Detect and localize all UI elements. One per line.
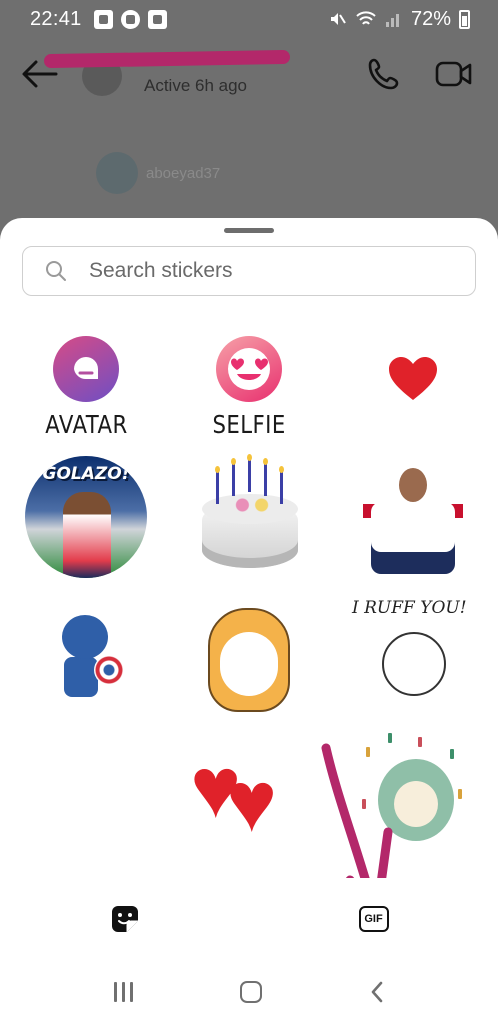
chat-header: Active 6h ago (0, 38, 498, 118)
recents-button[interactable] (113, 982, 133, 1002)
gallery-icon (93, 9, 113, 29)
candle (231, 458, 236, 496)
ruff-text: I RUFF YOU! (352, 598, 467, 618)
captain-sticker[interactable] (11, 592, 161, 722)
hedgehog-image (358, 729, 468, 849)
system-navigation-bar (0, 960, 498, 1024)
battery-icon (459, 9, 470, 29)
signal-icon (385, 14, 399, 27)
golazo-sticker[interactable]: GOLAZO! (11, 452, 161, 582)
home-button[interactable] (239, 981, 262, 1003)
football-fan-sticker[interactable] (338, 454, 488, 584)
mute-icon (330, 13, 346, 25)
fan-jersey (371, 502, 455, 574)
tab-stickers[interactable] (0, 878, 249, 960)
gif-tab-icon: GIF (358, 906, 389, 932)
active-status: Active 6h ago (144, 76, 248, 95)
cat-sticker[interactable] (174, 592, 324, 722)
candle (215, 466, 220, 504)
cat-image (194, 598, 304, 716)
battery-percent: 72% (410, 7, 451, 30)
hearts-image: ♥ ♥ (190, 745, 308, 845)
redaction-scribble (43, 49, 291, 69)
golazo-text: GOLAZO! (42, 464, 130, 484)
party-hedgehog-sticker[interactable] (338, 724, 488, 854)
sticker-tab-icon (111, 906, 138, 932)
status-time: 22:41 (30, 7, 82, 30)
soccer-player-figure (63, 492, 111, 578)
confetti (388, 733, 392, 743)
message-avatar (96, 152, 138, 194)
fan-head (399, 468, 427, 502)
avatar-label: AVATAR (44, 409, 128, 439)
captain-body (64, 657, 98, 697)
hedgehog-face (394, 781, 438, 827)
sticker-search-bar[interactable] (22, 246, 476, 296)
chat-message-user: aboeyad37 (96, 152, 220, 194)
sticker-tabs: GIF (0, 878, 498, 960)
tab-gif[interactable]: GIF (249, 878, 498, 960)
avatar-sticker-tile[interactable]: AVATAR (11, 322, 161, 452)
heart-sticker-icon (389, 357, 437, 400)
sticker-search-input[interactable] (89, 259, 429, 283)
music-icon (120, 9, 140, 29)
cat-face (220, 632, 278, 696)
selfie-label: SELFIE (212, 409, 286, 439)
golazo-image: GOLAZO! (25, 456, 147, 578)
birthday-cake-sticker[interactable] (174, 452, 324, 582)
confetti (418, 737, 422, 747)
avatar-sticker-icon (53, 335, 119, 402)
captain-head (62, 615, 108, 659)
hearts-sticker[interactable]: ♥ ♥ (174, 728, 324, 858)
message-username: aboeyad37 (146, 164, 221, 182)
confetti (366, 747, 370, 757)
cake-image (188, 454, 310, 572)
captain-shield (94, 655, 124, 685)
fan-image (363, 460, 463, 578)
video-call-icon[interactable] (434, 56, 474, 92)
confetti (458, 789, 462, 799)
wifi-icon (356, 11, 376, 25)
dog-body (382, 632, 446, 696)
candle (279, 466, 284, 504)
ruff-you-sticker[interactable]: I RUFF YOU! (338, 592, 488, 722)
media-icon (147, 9, 167, 29)
sticker-sheet: AVATAR SELFIE GOLAZO! (0, 218, 498, 960)
search-icon (46, 261, 66, 281)
cake-flowers (228, 496, 276, 514)
captain-image (50, 611, 124, 703)
heart-shape: ♥ (226, 754, 278, 850)
confetti (450, 749, 454, 759)
confetti (362, 799, 366, 809)
heart-sticker-tile[interactable] (338, 314, 488, 444)
candle (263, 458, 268, 496)
phone-icon[interactable] (364, 54, 404, 94)
selfie-sticker-tile[interactable]: SELFIE (174, 322, 324, 452)
candle (247, 454, 252, 492)
notification-icons (93, 9, 167, 29)
back-button[interactable] (369, 980, 385, 1004)
selfie-sticker-icon (216, 335, 282, 402)
sheet-drag-handle[interactable] (224, 228, 274, 233)
status-bar: 22:41 72% (0, 0, 498, 38)
dog-image: I RUFF YOU! (352, 598, 472, 716)
system-icons: 72% (327, 8, 470, 31)
